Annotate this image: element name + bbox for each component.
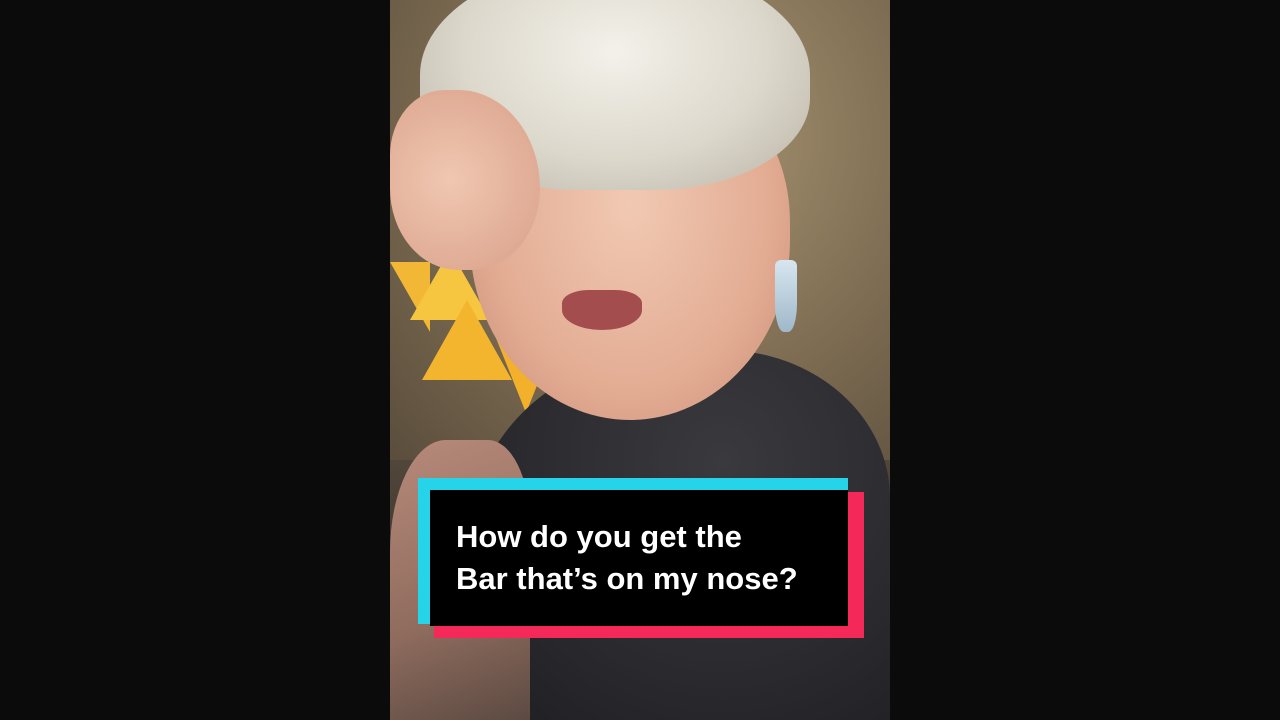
caption-box: How do you get the Bar that’s on my nose… bbox=[418, 478, 864, 638]
caption-line-2: Bar that’s on my nose? bbox=[456, 561, 798, 596]
caption-line-1: How do you get the bbox=[456, 519, 742, 554]
video-player[interactable]: How do you get the Bar that’s on my nose… bbox=[0, 0, 1280, 720]
earring bbox=[775, 260, 797, 332]
caption-text: How do you get the Bar that’s on my nose… bbox=[456, 516, 846, 600]
person-mouth bbox=[562, 290, 642, 330]
